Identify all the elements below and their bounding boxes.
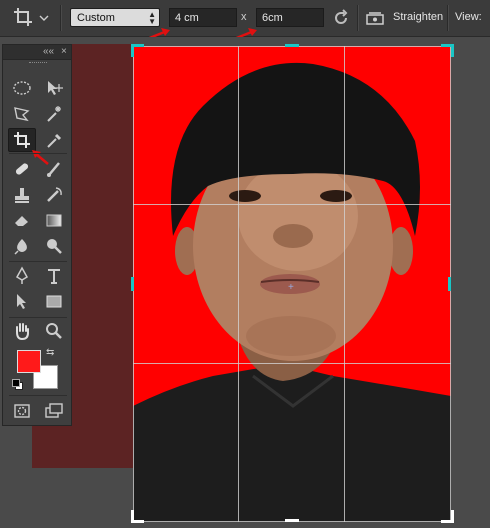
brush-tool[interactable] [41,158,67,180]
gradient-tool[interactable] [41,209,67,231]
crop-tool-preset-picker[interactable] [8,4,52,30]
separator [447,5,449,31]
magic-wand-tool[interactable] [41,103,67,125]
collapse-panel-button[interactable]: «« [43,45,54,59]
height-field[interactable]: 6cm [256,8,324,27]
spot-healing-brush-tool[interactable] [9,158,35,180]
crop-icon [14,8,49,26]
straighten-button[interactable] [365,9,385,27]
dodge-tool[interactable] [41,235,67,257]
crop-handle-left[interactable] [131,277,134,291]
crop-icon [14,132,30,148]
foreground-color-swatch[interactable] [17,350,41,373]
elliptical-marquee-tool[interactable] [9,77,35,99]
crop-handle-bottom-left[interactable] [131,510,144,523]
rotate-icon [335,9,348,24]
crop-preset-select[interactable]: Custom ▲ ▼ [70,8,160,27]
crop-preset-value: Custom [77,12,115,24]
crop-handle-right[interactable] [448,277,451,291]
blur-tool[interactable] [9,235,35,257]
eraser-tool[interactable] [9,209,35,231]
screen-mode-icon [45,403,63,418]
pen-icon [15,266,29,284]
tool-divider [9,153,67,154]
crosshair-icon: + [288,282,294,293]
eraser-icon [15,216,28,226]
swap-colors-icon[interactable]: ⇆ [46,347,54,358]
tool-divider [9,395,67,396]
crop-grid-line [344,46,345,522]
crop-handle-bottom[interactable] [285,519,299,522]
magic-wand-icon [47,106,61,122]
pen-tool[interactable] [9,265,35,287]
close-panel-button[interactable]: × [61,45,67,59]
clone-stamp-icon [15,188,29,203]
crop-handle-top-right[interactable] [441,44,454,57]
straighten-icon [366,12,384,25]
zoom-icon [46,323,62,339]
rectangle-tool[interactable] [41,290,67,312]
dimension-separator: x [241,11,247,23]
path-selection-tool[interactable] [9,290,35,312]
blur-icon [14,239,27,255]
crop-handle-bottom-right[interactable] [441,510,454,523]
crop-handle-top[interactable] [285,44,299,47]
brush-icon [47,162,60,177]
zoom-tool[interactable] [41,320,67,342]
eyedropper-icon [47,133,62,148]
quick-mask-mode-button[interactable] [9,400,35,422]
type-tool[interactable] [41,265,67,287]
crop-handle-top-left[interactable] [131,44,144,57]
swap-dimensions-button[interactable] [332,9,350,27]
width-field[interactable]: 4 cm [169,8,237,27]
crop-grid-line [238,46,239,522]
rectangle-shape-icon [46,295,62,308]
straighten-label[interactable]: Straighten [393,11,443,23]
move-tool[interactable] [41,77,67,99]
gradient-icon [46,214,62,227]
spinner-arrows-icon: ▲ ▼ [148,10,156,26]
eyedropper-tool[interactable] [41,129,67,151]
dodge-icon [47,239,62,254]
hand-icon [16,323,29,341]
move-icon [48,81,63,95]
tool-divider [9,317,67,318]
path-selection-icon [17,294,26,309]
tools-panel-header: «« × [3,45,71,60]
tools-panel: «« × ⇆ [2,44,72,426]
crop-grid-line [133,363,451,364]
elliptical-marquee-icon [13,81,31,95]
spot-healing-brush-icon [15,163,29,175]
history-brush-icon [47,187,62,202]
quick-mask-icon [14,404,30,418]
polygonal-lasso-tool[interactable] [9,103,35,125]
crop-grid-line [133,204,451,205]
hand-tool[interactable] [9,320,35,342]
screen-mode-button[interactable] [41,400,67,422]
polygonal-lasso-icon [14,107,30,122]
type-icon [48,269,60,284]
panel-grip[interactable] [29,62,47,65]
default-colors-icon[interactable] [12,379,23,390]
clone-stamp-tool[interactable] [9,184,35,206]
tool-divider [9,261,67,262]
history-brush-tool[interactable] [41,184,67,206]
separator [357,5,359,31]
view-label[interactable]: View: [455,11,482,23]
separator [60,5,62,31]
